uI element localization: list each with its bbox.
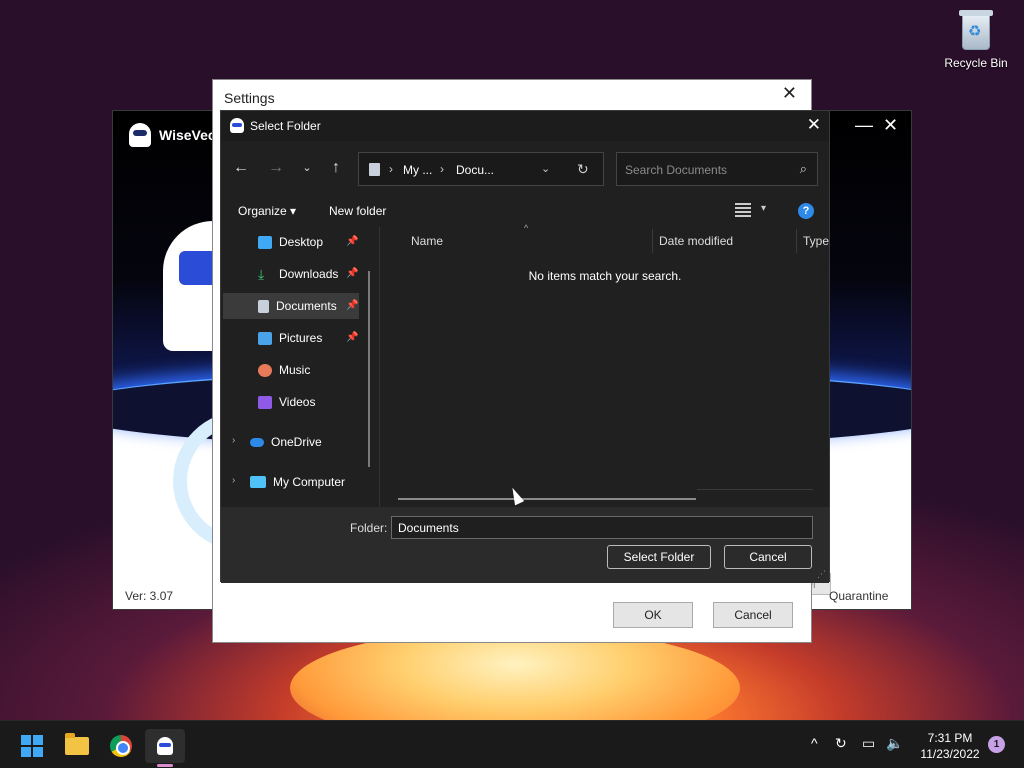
chrome-button[interactable] (101, 729, 141, 763)
recycle-bin-label: Recycle Bin (944, 56, 1008, 70)
nav-item-pictures[interactable]: Pictures (258, 325, 358, 351)
address-dropdown-icon[interactable]: ⌄ (541, 162, 550, 175)
chevron-up-icon[interactable]: ^ (811, 735, 818, 751)
quarantine-link[interactable]: Quarantine (829, 589, 888, 603)
settings-ok-button[interactable]: OK (613, 602, 693, 628)
breadcrumb-segment[interactable]: My ... (403, 163, 432, 177)
breadcrumb-segment[interactable]: Docu... (456, 163, 494, 177)
chrome-icon (110, 735, 132, 757)
refresh-icon[interactable]: ↻ (577, 161, 589, 178)
search-icon: ⌕ (799, 161, 807, 176)
pin-icon: 📌 (346, 268, 359, 279)
select-folder-button[interactable]: Select Folder (607, 545, 711, 569)
version-label: Ver: 3.07 (125, 589, 174, 603)
document-icon (369, 163, 380, 176)
video-icon (258, 395, 272, 409)
music-icon (258, 363, 272, 377)
start-button[interactable] (12, 729, 52, 763)
view-dropdown-icon[interactable]: ▾ (761, 203, 766, 214)
wisevector-logo-icon (129, 123, 151, 147)
pin-icon: 📌 (346, 236, 359, 247)
minimize-button[interactable]: — (855, 115, 873, 136)
settings-close-button[interactable]: ✕ (782, 83, 797, 104)
dialog-titlebar: Select Folder ✕ (221, 111, 829, 141)
view-options-icon[interactable] (735, 203, 751, 217)
horizontal-scrollbar[interactable] (398, 498, 696, 500)
file-list: ^ Name Date modified Type No items match… (380, 223, 830, 507)
recent-locations-chevron-icon[interactable]: ⌄ (296, 157, 318, 179)
folder-label: Folder: (350, 521, 388, 535)
pin-icon: 📌 (346, 300, 359, 311)
nav-item-desktop[interactable]: Desktop (258, 229, 358, 255)
nav-item-music[interactable]: Music (258, 357, 358, 383)
dialog-footer: Folder: Documents Select Folder Cancel ⋰ (221, 507, 829, 583)
navigation-pane: Desktop 📌 ⤓ Downloads 📌 Documents 📌 Pict… (221, 227, 379, 507)
dialog-close-button[interactable]: ✕ (807, 115, 821, 135)
column-header-date-modified[interactable]: Date modified (659, 227, 733, 255)
document-icon (258, 299, 269, 313)
nav-scrollbar[interactable] (368, 271, 370, 467)
help-icon[interactable]: ? (798, 203, 814, 219)
settings-cancel-button[interactable]: Cancel (713, 602, 793, 628)
wisevector-app-icon (157, 737, 173, 755)
nav-item-downloads[interactable]: ⤓ Downloads (258, 261, 358, 287)
resize-grip-icon[interactable]: ⋰ (817, 569, 826, 580)
address-bar[interactable]: › My ... › Docu... ⌄ ↻ (358, 152, 604, 186)
search-input[interactable]: Search Documents ⌕ (616, 152, 818, 186)
download-icon: ⤓ (258, 265, 265, 282)
wisevector-logo: WiseVec (129, 123, 216, 147)
expand-chevron-icon[interactable]: › (232, 475, 235, 486)
sort-ascending-icon: ^ (524, 223, 529, 233)
folder-input[interactable]: Documents (391, 516, 813, 539)
windows-logo-icon (21, 735, 43, 757)
nav-item-onedrive[interactable]: OneDrive (250, 429, 360, 455)
computer-icon (250, 476, 266, 488)
desktop-icon (258, 235, 272, 249)
column-header-name[interactable]: Name (411, 227, 443, 255)
clock-date: 11/23/2022 (920, 747, 980, 761)
network-icon[interactable]: ▭ (862, 735, 875, 752)
dialog-title: Select Folder (250, 119, 321, 133)
up-arrow-icon[interactable]: ↑ (325, 157, 347, 179)
recycle-bin[interactable]: ♻ Recycle Bin (940, 8, 1012, 70)
column-header-type[interactable]: Type (803, 227, 829, 255)
empty-message: No items match your search. (528, 269, 682, 283)
settings-title: Settings (213, 80, 811, 112)
back-arrow-icon[interactable]: ← (230, 157, 252, 179)
clock[interactable]: 7:31 PM 11/23/2022 (910, 730, 990, 762)
notification-badge[interactable]: 1 (988, 736, 1005, 753)
clock-time: 7:31 PM (927, 731, 973, 745)
expand-chevron-icon[interactable]: › (232, 435, 235, 446)
active-indicator (157, 764, 173, 767)
picture-icon (258, 331, 272, 345)
new-folder-button[interactable]: New folder (329, 204, 386, 218)
cloud-icon (250, 437, 264, 447)
folder-icon (65, 733, 89, 755)
wisevector-app-icon (230, 118, 244, 133)
nav-item-videos[interactable]: Videos (258, 389, 358, 415)
forward-arrow-icon[interactable]: → (265, 157, 287, 179)
nav-item-documents[interactable]: Documents (223, 293, 359, 319)
file-explorer-button[interactable] (57, 729, 97, 763)
sync-icon[interactable]: ↻ (835, 735, 847, 752)
select-folder-dialog: Select Folder ✕ ← → ⌄ ↑ › My ... › Docu.… (220, 110, 830, 583)
wisevector-taskbar-button[interactable] (145, 729, 185, 763)
pin-icon: 📌 (346, 332, 359, 343)
close-button[interactable]: ✕ (883, 115, 898, 136)
volume-icon[interactable]: 🔈 (886, 735, 903, 752)
nav-item-my-computer[interactable]: My Computer (250, 469, 370, 495)
organize-button[interactable]: Organize ▾ (238, 204, 296, 218)
recycle-bin-icon: ♻ (959, 10, 993, 50)
cancel-button[interactable]: Cancel (724, 545, 812, 569)
taskbar: ^ ↻ ▭ 🔈 7:31 PM 11/23/2022 1 (0, 720, 1024, 768)
